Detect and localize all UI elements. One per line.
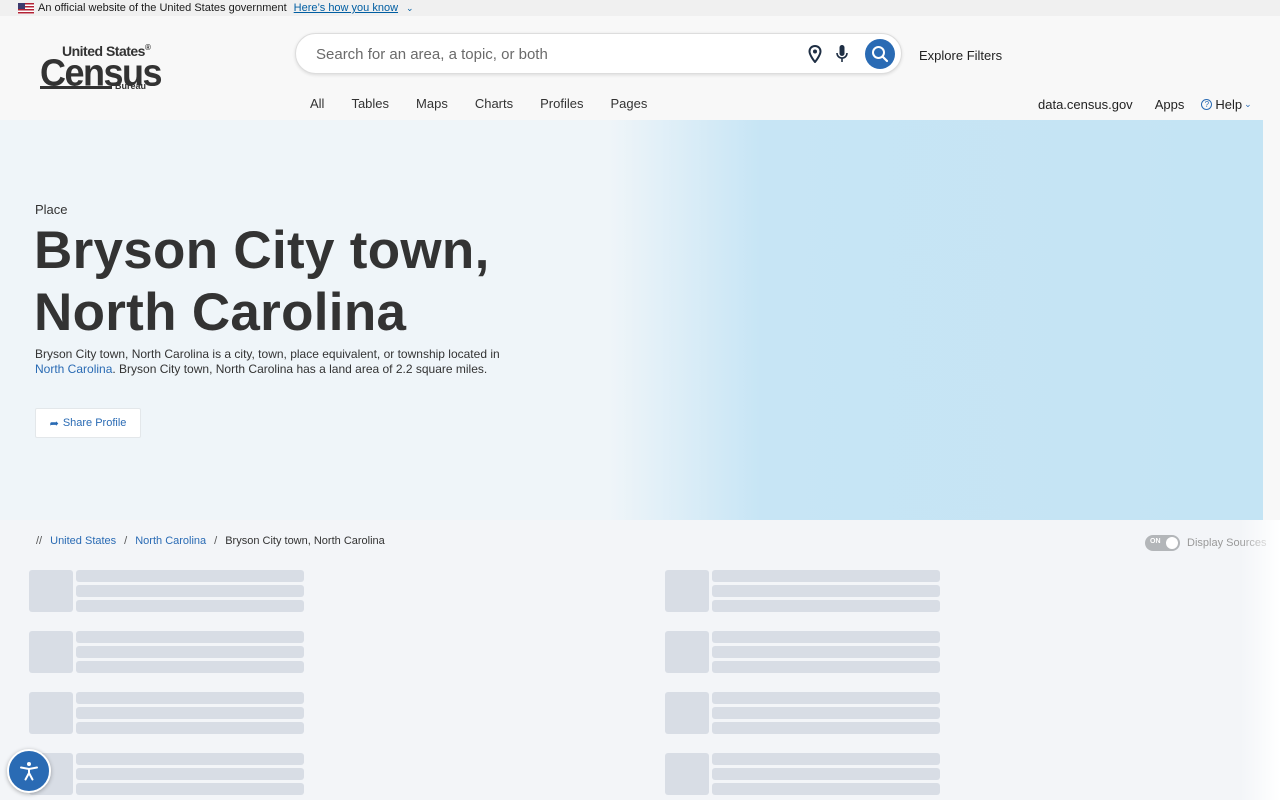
breadcrumb-united-states[interactable]: United States [50,535,116,547]
profile-content: // United States / North Carolina / Brys… [0,520,1280,800]
right-nav: data.census.gov Apps ? Help ⌄ [1038,97,1252,112]
data-census-gov-link[interactable]: data.census.gov [1038,97,1133,112]
location-pin-icon[interactable] [808,44,822,68]
explore-filters-link[interactable]: Explore Filters [919,48,1002,63]
census-logo[interactable]: United States® Census Bureau [40,43,163,94]
toggle-switch[interactable]: ON [1145,535,1180,551]
us-flag-icon [18,2,34,14]
breadcrumb-separator: / [214,535,218,547]
profile-description: Bryson City town, North Carolina is a ci… [35,347,500,376]
search-icon [872,46,889,63]
tab-maps[interactable]: Maps [416,96,448,111]
search-bar [295,33,902,74]
tab-profiles[interactable]: Profiles [540,96,583,111]
profile-hero: Place Bryson City town, North Carolina B… [0,120,1263,520]
display-sources-label: Display Sources [1187,537,1267,549]
toggle-knob [1166,537,1178,549]
hero-edge [1263,120,1280,520]
share-icon: ➦ [49,417,59,430]
result-tabs: All Tables Maps Charts Profiles Pages [310,96,674,111]
search-input[interactable] [316,43,796,65]
help-icon: ? [1201,99,1213,110]
geography-type-label: Place [35,202,68,217]
display-sources-toggle[interactable]: ON Display Sources [1145,535,1266,551]
accessibility-icon [20,762,38,781]
breadcrumb: // United States / North Carolina / Brys… [36,535,385,547]
heres-how-you-know-link[interactable]: Here’s how you know [294,2,398,14]
chevron-down-icon[interactable]: ⌄ [406,3,414,14]
north-carolina-link[interactable]: North Carolina [35,362,112,376]
site-header: United States® Census Bureau Explore Fil… [0,16,1280,120]
search-button[interactable] [865,39,895,69]
breadcrumb-north-carolina[interactable]: North Carolina [135,535,206,547]
breadcrumb-current: Bryson City town, North Carolina [225,535,385,547]
gov-banner-text: An official website of the United States… [38,2,287,14]
tab-pages[interactable]: Pages [610,96,647,111]
chevron-down-icon: ⌄ [1244,99,1252,109]
apps-link[interactable]: Apps [1155,97,1185,112]
logo-line-3: Bureau [115,81,147,91]
tab-charts[interactable]: Charts [475,96,513,111]
share-profile-button[interactable]: ➦ Share Profile [35,408,141,438]
logo-underline [40,86,112,89]
page-title: Bryson City town, North Carolina [34,221,490,342]
microphone-icon[interactable] [836,44,848,69]
gov-banner: An official website of the United States… [0,0,1280,16]
help-menu[interactable]: ? Help ⌄ [1201,97,1252,112]
toggle-state: ON [1150,538,1161,545]
tab-all[interactable]: All [310,96,324,111]
tab-tables[interactable]: Tables [351,96,389,111]
breadcrumb-separator: / [124,535,128,547]
help-label: Help [1215,97,1243,112]
share-profile-label: Share Profile [62,417,127,429]
breadcrumb-lead: // [36,535,43,547]
accessibility-button[interactable] [7,749,51,793]
